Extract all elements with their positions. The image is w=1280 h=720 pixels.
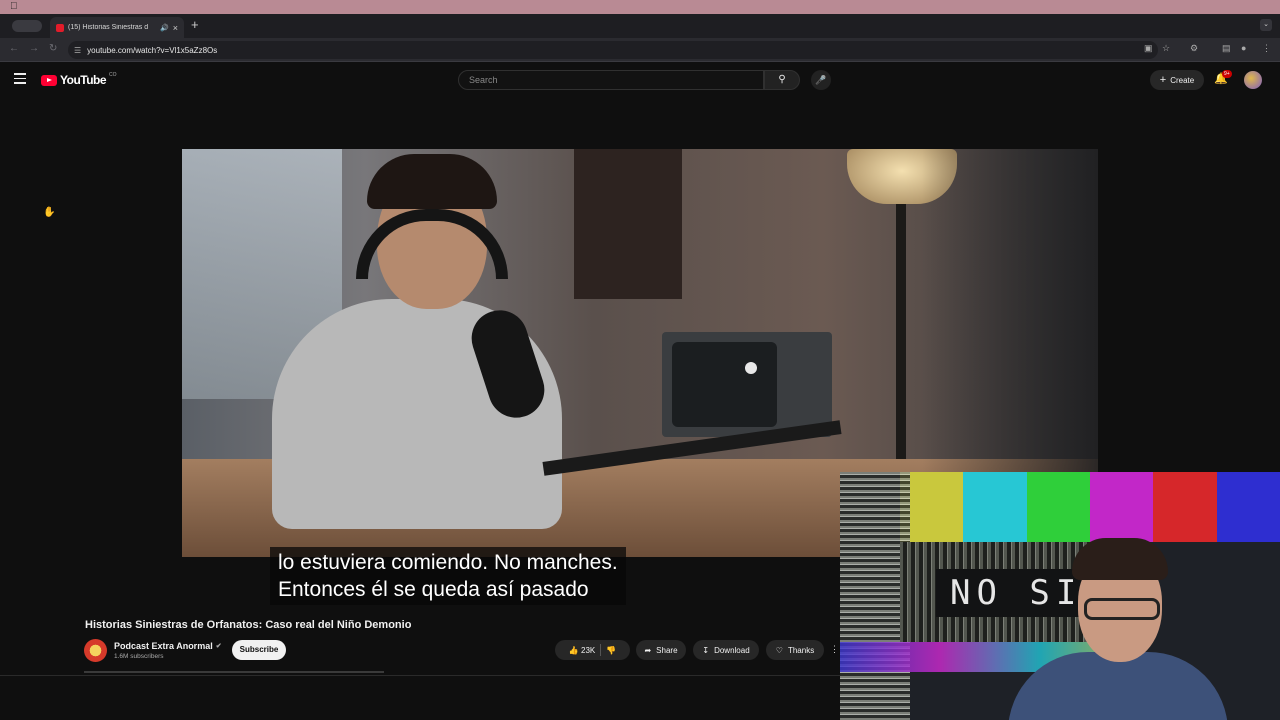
- video-scene-tv-screen: [672, 342, 777, 427]
- video-scene-lamp-pole: [896, 204, 906, 474]
- video-captions: lo estuviera comiendo. No manches. Enton…: [270, 547, 626, 605]
- omnibox[interactable]: ☰ youtube.com/watch?v=Vl1x5aZz8Os: [68, 41, 1158, 59]
- caption-line: lo estuviera comiendo. No manches.: [278, 551, 618, 574]
- notification-badge: 9+: [1222, 70, 1232, 78]
- extensions-icon[interactable]: ⚙: [1190, 43, 1198, 54]
- like-button[interactable]: 👍 23K: [569, 646, 595, 655]
- color-bar: [963, 472, 1027, 542]
- color-bar: [1216, 472, 1280, 542]
- channel-name-text: Podcast Extra Anormal: [114, 641, 213, 651]
- share-icon: ➦: [644, 645, 652, 655]
- thanks-label: Thanks: [787, 645, 815, 655]
- speaker-icon[interactable]: 🔊: [160, 24, 169, 32]
- sidepanel-icon[interactable]: ▤: [1222, 43, 1231, 54]
- color-bar: [1153, 472, 1217, 542]
- back-icon[interactable]: ←: [9, 43, 19, 54]
- url-text: youtube.com/watch?v=Vl1x5aZz8Os: [87, 45, 218, 55]
- youtube-header: YouTube CO Search ⚲ 🎤 + Create 🔔 9+: [0, 62, 1280, 98]
- thanks-heart-icon: ♡: [775, 645, 783, 655]
- video-scene-painting: [574, 149, 682, 299]
- browser-tab-active[interactable]: (15) Historias Siniestras d 🔊 ×: [50, 17, 184, 38]
- mouse-cursor-icon: ✋: [43, 207, 56, 218]
- tab-group-pill[interactable]: [12, 20, 42, 32]
- create-button[interactable]: + Create: [1150, 70, 1204, 90]
- share-label: Share: [656, 645, 678, 655]
- search-button[interactable]: ⚲: [764, 70, 800, 90]
- subscribe-button[interactable]: Subscribe: [232, 640, 286, 660]
- youtube-logo[interactable]: YouTube CO: [41, 72, 117, 87]
- color-bars: [900, 472, 1280, 542]
- country-code: CO: [109, 72, 117, 78]
- video-scene-person-hair: [367, 154, 497, 209]
- description-edge: [84, 671, 384, 673]
- like-count: 23K: [581, 645, 596, 655]
- video-title: Historias Siniestras de Orfanatos: Caso …: [85, 619, 412, 631]
- cast-icon[interactable]: ▣: [1144, 43, 1153, 54]
- channel-avatar[interactable]: [84, 639, 107, 662]
- hamburger-menu-icon[interactable]: [14, 73, 26, 84]
- search-icon: ⚲: [778, 74, 786, 85]
- video-scene-tv-light: [745, 362, 757, 374]
- content-divider: [0, 675, 840, 676]
- plus-icon: +: [1159, 74, 1167, 86]
- thumbs-up-icon: 👍: [568, 645, 579, 655]
- more-actions-icon[interactable]: ⋮: [830, 644, 839, 655]
- address-bar-row: ← → ↻ ☰ youtube.com/watch?v=Vl1x5aZz8Os …: [0, 38, 1280, 62]
- new-tab-icon[interactable]: +: [191, 17, 199, 32]
- microphone-icon: 🎤: [815, 75, 827, 85]
- browser-tab-strip: (15) Historias Siniestras d 🔊 × + ⌄: [0, 14, 1280, 38]
- color-bar: [1026, 472, 1090, 542]
- forward-icon[interactable]: →: [29, 43, 39, 54]
- share-button[interactable]: ➦ Share: [636, 640, 686, 660]
- download-label: Download: [714, 645, 750, 655]
- voice-search-button[interactable]: 🎤: [811, 70, 831, 90]
- chrome-menu-icon[interactable]: ⋮: [1262, 43, 1271, 54]
- close-tab-icon[interactable]: ×: [173, 23, 178, 33]
- thanks-button[interactable]: ♡ Thanks: [766, 640, 824, 660]
- thumbs-down-icon: 👎: [606, 645, 617, 655]
- like-dislike-group: 👍 23K 👎: [555, 640, 630, 660]
- apple-icon[interactable]: : [10, 1, 18, 12]
- youtube-favicon-icon: [56, 23, 64, 32]
- webcam-person-hair: [1072, 538, 1168, 580]
- bookmark-star-icon[interactable]: ☆: [1162, 43, 1170, 54]
- tab-title: (15) Historias Siniestras d: [68, 24, 149, 31]
- caption-line: Entonces él se queda así pasado: [278, 578, 589, 601]
- youtube-wordmark: YouTube: [60, 73, 107, 87]
- download-icon: ↧: [702, 645, 710, 655]
- like-separator: [600, 644, 602, 656]
- verified-check-icon: ✔: [215, 643, 222, 650]
- tab-search-icon[interactable]: ⌄: [1260, 19, 1272, 31]
- search-input[interactable]: Search: [458, 70, 764, 90]
- youtube-play-icon: [41, 74, 57, 86]
- download-button[interactable]: ↧ Download: [693, 640, 759, 660]
- subscriber-count: 1.6M subscribers: [114, 653, 164, 660]
- color-bar: [1089, 472, 1154, 542]
- create-label: Create: [1170, 75, 1195, 85]
- profile-icon[interactable]: ●: [1241, 43, 1246, 53]
- reload-icon[interactable]: ↻: [49, 43, 57, 54]
- webcam-person-glasses: [1084, 598, 1160, 620]
- macos-menubar: : [0, 0, 1280, 14]
- webcam-overlay: NO SI: [840, 472, 1280, 720]
- site-info-icon[interactable]: ☰: [74, 46, 81, 55]
- channel-name[interactable]: Podcast Extra Anormal ✔: [114, 641, 222, 651]
- account-avatar[interactable]: [1244, 71, 1262, 89]
- dislike-button[interactable]: 👎: [606, 646, 616, 655]
